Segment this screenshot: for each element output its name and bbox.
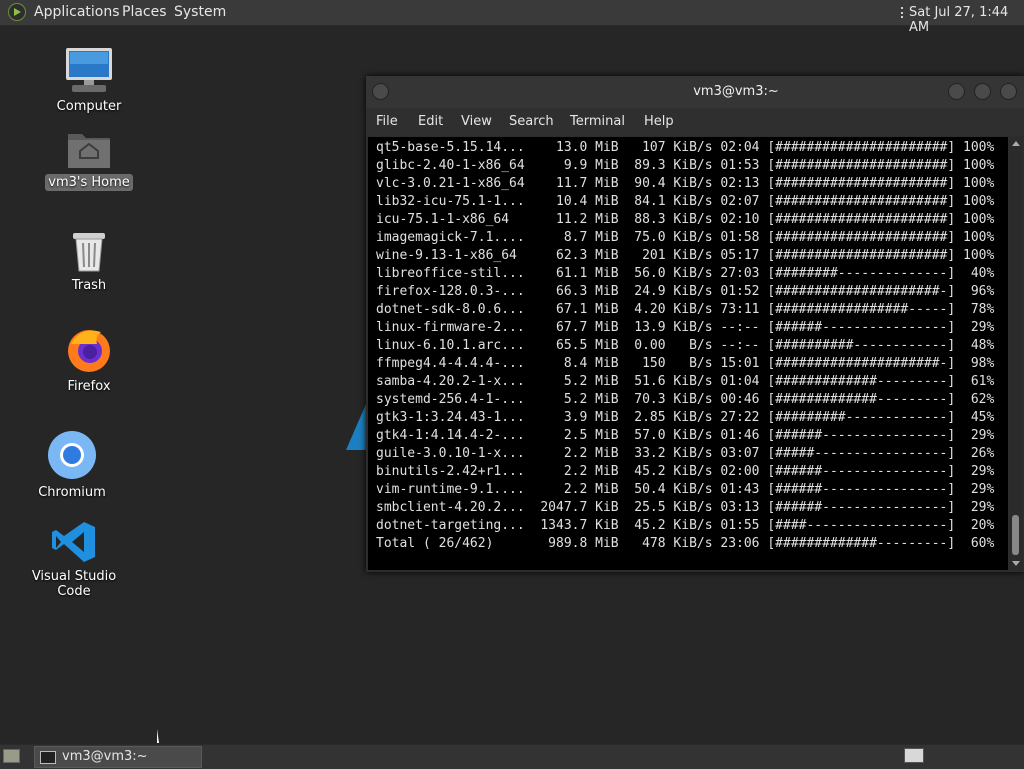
- terminal-line: linux-6.10.1.arc... 65.5 MiB 0.00 B/s --…: [376, 338, 995, 353]
- bottom-panel: vm3@vm3:~: [0, 744, 1024, 769]
- applications-menu-icon[interactable]: [8, 3, 26, 21]
- taskbar-item-terminal[interactable]: vm3@vm3:~: [34, 746, 202, 768]
- desktop-icon-home[interactable]: vm3's Home: [44, 128, 134, 191]
- desktop-icon-label: Chromium: [38, 485, 106, 500]
- desktop-icon-chromium[interactable]: Chromium: [27, 430, 117, 501]
- close-button[interactable]: [1000, 83, 1017, 100]
- terminal-line: Total ( 26/462) 989.8 MiB 478 KiB/s 23:0…: [376, 536, 995, 551]
- menu-help[interactable]: Help: [644, 114, 674, 129]
- top-panel: Applications Places System Sat Jul 27, 1…: [0, 0, 1024, 35]
- terminal-line: linux-firmware-2... 67.7 MiB 13.9 KiB/s …: [376, 320, 995, 335]
- scrollbar-thumb[interactable]: [1012, 515, 1019, 555]
- desktop-icon-vscode[interactable]: Visual Studio Code: [14, 520, 134, 600]
- chromium-icon: [48, 431, 96, 479]
- workspace-switcher[interactable]: [904, 748, 924, 763]
- menu-edit[interactable]: Edit: [418, 114, 443, 129]
- computer-icon: [66, 48, 112, 92]
- terminal-line: dotnet-targeting... 1343.7 KiB 45.2 KiB/…: [376, 518, 995, 533]
- terminal-line: firefox-128.0.3-... 66.3 MiB 24.9 KiB/s …: [376, 284, 995, 299]
- desktop-icon-label: Visual Studio Code: [31, 569, 117, 599]
- terminal-line: libreoffice-stil... 61.1 MiB 56.0 KiB/s …: [376, 266, 995, 281]
- desktop-icon-label: Firefox: [67, 379, 111, 394]
- terminal-line: vlc-3.0.21-1-x86_64 11.7 MiB 90.4 KiB/s …: [376, 176, 995, 191]
- terminal-line: imagemagick-7.1.... 8.7 MiB 75.0 KiB/s 0…: [376, 230, 995, 245]
- terminal-line: lib32-icu-75.1-1... 10.4 MiB 84.1 KiB/s …: [376, 194, 995, 209]
- terminal-line: gtk4-1:4.14.4-2-... 2.5 MiB 57.0 KiB/s 0…: [376, 428, 995, 443]
- terminal-window[interactable]: vm3@vm3:~ File Edit View Search Terminal…: [366, 76, 1024, 572]
- wallpaper-shape: [346, 404, 366, 450]
- terminal-line: glibc-2.40-1-x86_64 9.9 MiB 89.3 KiB/s 0…: [376, 158, 995, 173]
- desktop-icon-trash[interactable]: Trash: [44, 229, 134, 294]
- terminal-line: icu-75.1-1-x86_64 11.2 MiB 88.3 KiB/s 02…: [376, 212, 995, 227]
- menu-view[interactable]: View: [461, 114, 492, 129]
- applications-menu[interactable]: Applications: [34, 4, 120, 20]
- terminal-line: wine-9.13-1-x86_64 62.3 MiB 201 KiB/s 05…: [376, 248, 995, 263]
- menu-terminal[interactable]: Terminal: [570, 114, 625, 129]
- mouse-cursor-icon: [157, 729, 159, 743]
- terminal-line: systemd-256.4-1-... 5.2 MiB 70.3 KiB/s 0…: [376, 392, 995, 407]
- menu-search[interactable]: Search: [509, 114, 554, 129]
- menu-file[interactable]: File: [376, 114, 398, 129]
- system-menu[interactable]: System: [174, 4, 226, 20]
- terminal-line: dotnet-sdk-8.0.6... 67.1 MiB 4.20 KiB/s …: [376, 302, 995, 317]
- places-menu[interactable]: Places: [122, 4, 167, 20]
- home-folder-icon: [68, 134, 110, 168]
- vscode-icon: [52, 522, 95, 562]
- clock[interactable]: Sat Jul 27, 1:44 AM: [909, 5, 1024, 35]
- terminal-line: smbclient-4.20.2... 2047.7 KiB 25.5 KiB/…: [376, 500, 995, 515]
- scroll-up-icon[interactable]: [1012, 141, 1020, 146]
- scroll-down-icon[interactable]: [1012, 561, 1020, 566]
- desktop-icon-label: Trash: [71, 278, 107, 293]
- terminal-line: guile-3.0.10-1-x... 2.2 MiB 33.2 KiB/s 0…: [376, 446, 995, 461]
- terminal-scrollbar[interactable]: [1009, 137, 1022, 570]
- terminal-line: vim-runtime-9.1.... 2.2 MiB 50.4 KiB/s 0…: [376, 482, 995, 497]
- window-title: vm3@vm3:~: [693, 84, 779, 99]
- terminal-lines: qt5-base-5.15.14... 13.0 MiB 107 KiB/s 0…: [376, 139, 994, 553]
- terminal-line: ffmpeg4.4-4.4.4-... 8.4 MiB 150 B/s 15:0…: [376, 356, 995, 371]
- minimize-button[interactable]: [948, 83, 965, 100]
- trash-icon: [73, 233, 105, 272]
- terminal-icon: [40, 751, 56, 764]
- desktop-icon-firefox[interactable]: Firefox: [44, 326, 134, 395]
- panel-separator-icon: [901, 7, 906, 18]
- taskbar-item-label: vm3@vm3:~: [62, 749, 148, 764]
- maximize-button[interactable]: [974, 83, 991, 100]
- terminal-line: samba-4.20.2-1-x... 5.2 MiB 51.6 KiB/s 0…: [376, 374, 995, 389]
- desktop-icon-computer[interactable]: Computer: [44, 46, 134, 115]
- firefox-icon: [68, 330, 110, 372]
- terminal-line: gtk3-1:3.24.43-1... 3.9 MiB 2.85 KiB/s 2…: [376, 410, 995, 425]
- terminal-line: binutils-2.42+r1... 2.2 MiB 45.2 KiB/s 0…: [376, 464, 995, 479]
- desktop-icon-label: Computer: [56, 99, 122, 114]
- desktop-icon-label: vm3's Home: [45, 174, 133, 191]
- terminal-line: qt5-base-5.15.14... 13.0 MiB 107 KiB/s 0…: [376, 140, 995, 155]
- show-desktop-icon[interactable]: [3, 749, 20, 763]
- terminal-output[interactable]: qt5-base-5.15.14... 13.0 MiB 107 KiB/s 0…: [368, 137, 1008, 570]
- terminal-menubar: File Edit View Search Terminal Help: [366, 108, 1024, 136]
- window-titlebar[interactable]: vm3@vm3:~: [366, 76, 1024, 108]
